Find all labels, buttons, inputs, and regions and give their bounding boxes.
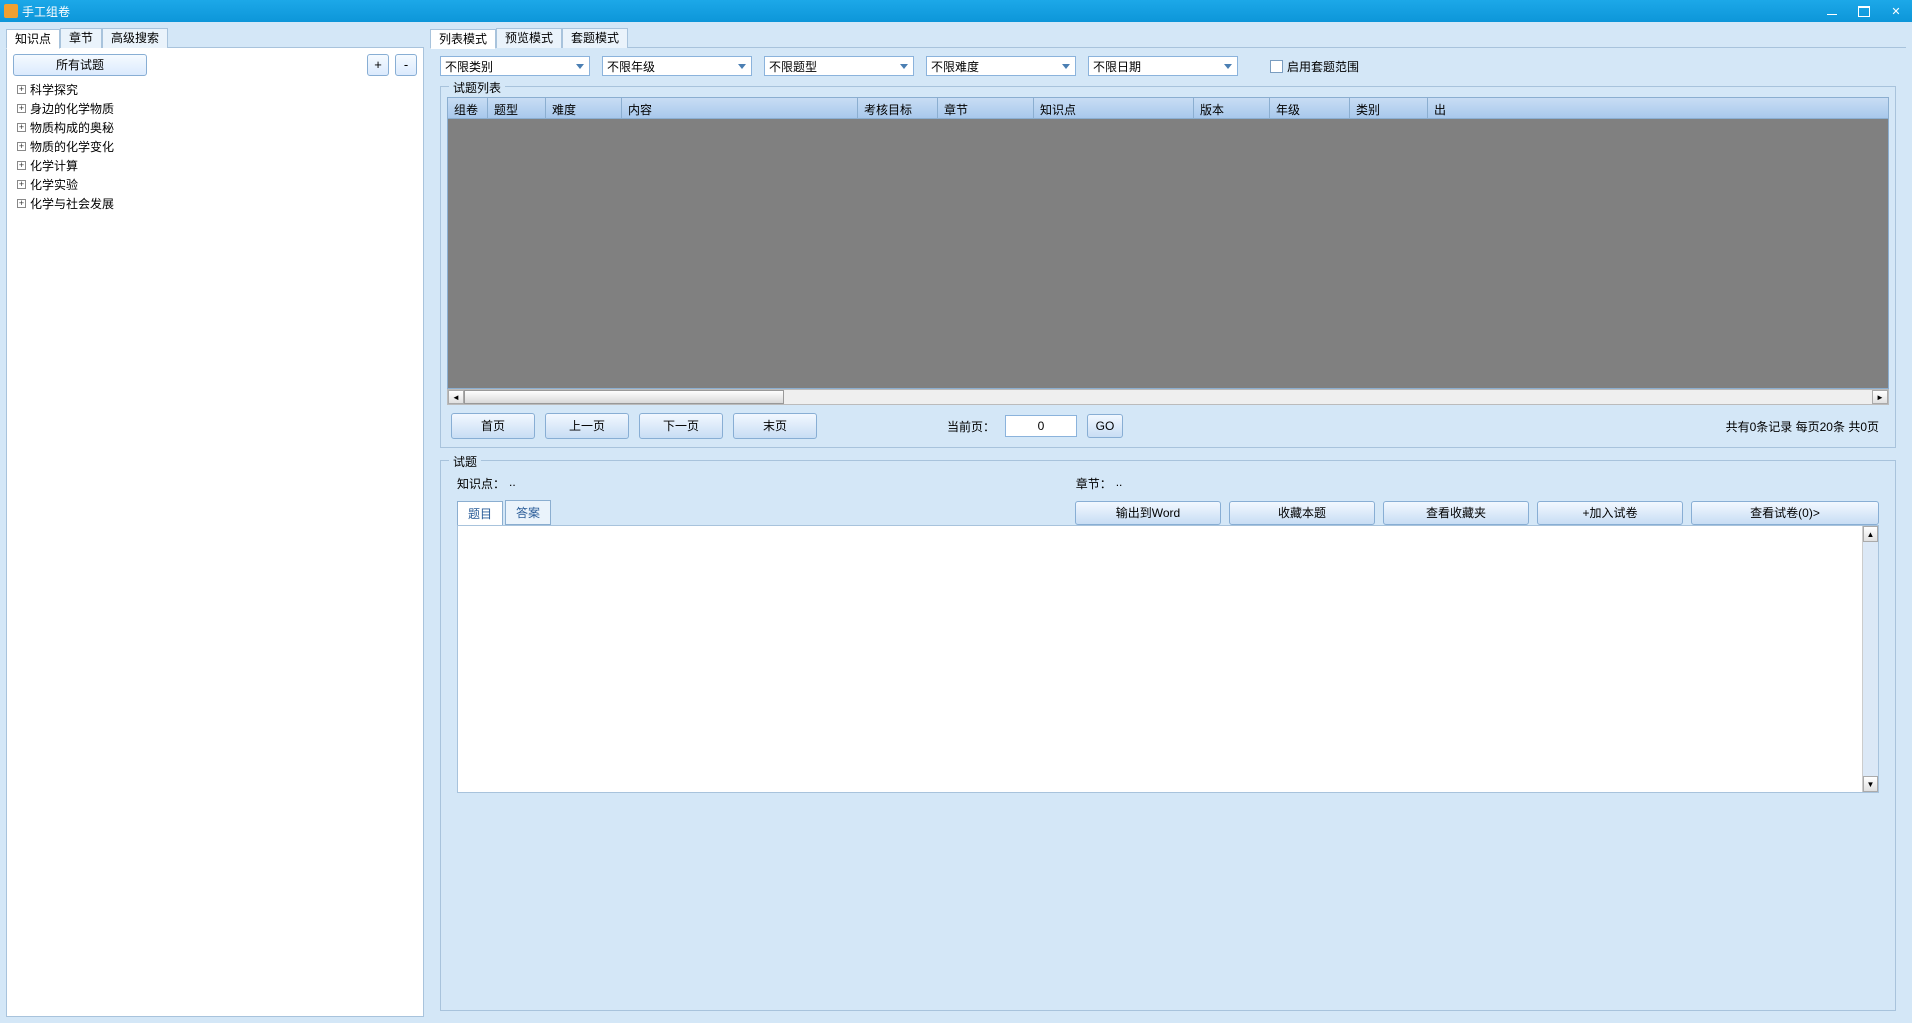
- minimize-button[interactable]: [1817, 2, 1847, 20]
- chevron-down-icon: [735, 59, 749, 73]
- chevron-down-icon: [1221, 59, 1235, 73]
- scroll-up-icon[interactable]: ▲: [1863, 526, 1878, 542]
- tab-list-mode[interactable]: 列表模式: [430, 29, 496, 49]
- maximize-button[interactable]: [1849, 2, 1879, 20]
- window-controls: [1816, 0, 1912, 22]
- col-chapter[interactable]: 章节: [938, 98, 1034, 118]
- col-compose[interactable]: 组卷: [448, 98, 488, 118]
- tree-item[interactable]: +化学与社会发展: [13, 194, 417, 213]
- tab-knowledge[interactable]: 知识点: [6, 29, 60, 49]
- filter-date[interactable]: 不限日期: [1088, 56, 1238, 76]
- last-page-button[interactable]: 末页: [733, 413, 817, 439]
- col-target[interactable]: 考核目标: [858, 98, 938, 118]
- title-bar: 手工组卷: [0, 0, 1912, 22]
- tab-answer[interactable]: 答案: [505, 500, 551, 525]
- chapter-value: ..: [1116, 475, 1123, 492]
- col-difficulty[interactable]: 难度: [546, 98, 622, 118]
- favorite-button[interactable]: 收藏本题: [1229, 501, 1375, 525]
- question-content[interactable]: ▲ ▼: [457, 525, 1879, 793]
- collapse-all-button[interactable]: -: [395, 54, 417, 76]
- scroll-right-icon[interactable]: ►: [1872, 390, 1888, 404]
- detail-tabs: 题目 答案: [457, 500, 553, 525]
- filter-grade[interactable]: 不限年级: [602, 56, 752, 76]
- tab-advanced-search[interactable]: 高级搜索: [102, 28, 168, 48]
- right-tabstrip: 列表模式 预览模式 套题模式: [430, 28, 1906, 48]
- close-button[interactable]: [1881, 2, 1911, 20]
- expand-icon[interactable]: +: [17, 180, 26, 189]
- expand-icon[interactable]: +: [17, 85, 26, 94]
- col-content[interactable]: 内容: [622, 98, 858, 118]
- tree-container: 所有试题 + - +科学探究 +身边的化学物质 +物质构成的奥秘 +物质的化学变…: [6, 48, 424, 1017]
- first-page-button[interactable]: 首页: [451, 413, 535, 439]
- current-page-input[interactable]: [1005, 415, 1077, 437]
- page-summary: 共有0条记录 每页20条 共0页: [1726, 418, 1885, 435]
- knowledge-tree: +科学探究 +身边的化学物质 +物质构成的奥秘 +物质的化学变化 +化学计算 +…: [13, 80, 417, 213]
- expand-icon[interactable]: +: [17, 142, 26, 151]
- right-panel: 列表模式 预览模式 套题模式 不限类别 不限年级 不限题型 不限难度 不限日期 …: [430, 28, 1906, 1017]
- enable-set-range[interactable]: 启用套题范围: [1270, 58, 1359, 75]
- col-extra[interactable]: 出: [1428, 98, 1888, 118]
- group-title: 试题列表: [449, 79, 505, 96]
- all-questions-button[interactable]: 所有试题: [13, 54, 147, 76]
- detail-group-title: 试题: [449, 453, 481, 470]
- grid-header: 组卷 题型 难度 内容 考核目标 章节 知识点 版本 年级 类别 出: [447, 97, 1889, 119]
- left-panel: 知识点 章节 高级搜索 所有试题 + - +科学探究 +身边的化学物质 +物质构…: [6, 28, 424, 1017]
- filter-difficulty[interactable]: 不限难度: [926, 56, 1076, 76]
- view-favorites-button[interactable]: 查看收藏夹: [1383, 501, 1529, 525]
- col-grade[interactable]: 年级: [1270, 98, 1350, 118]
- filter-row: 不限类别 不限年级 不限题型 不限难度 不限日期 启用套题范围: [430, 48, 1906, 80]
- prev-page-button[interactable]: 上一页: [545, 413, 629, 439]
- chapter-label: 章节：: [1076, 475, 1112, 492]
- col-version[interactable]: 版本: [1194, 98, 1270, 118]
- expand-icon[interactable]: +: [17, 199, 26, 208]
- tree-item[interactable]: +科学探究: [13, 80, 417, 99]
- chevron-down-icon: [897, 59, 911, 73]
- chevron-down-icon: [1059, 59, 1073, 73]
- expand-all-button[interactable]: +: [367, 54, 389, 76]
- scroll-thumb[interactable]: [464, 390, 784, 404]
- next-page-button[interactable]: 下一页: [639, 413, 723, 439]
- current-page-label: 当前页：: [947, 418, 995, 435]
- col-kp[interactable]: 知识点: [1034, 98, 1194, 118]
- question-list-group: 试题列表 组卷 题型 难度 内容 考核目标 章节 知识点 版本 年级 类别 出 …: [440, 86, 1896, 448]
- kp-value: ..: [509, 475, 516, 492]
- tab-question[interactable]: 题目: [457, 501, 503, 526]
- tree-item[interactable]: +身边的化学物质: [13, 99, 417, 118]
- left-tabstrip: 知识点 章节 高级搜索: [6, 28, 424, 48]
- col-category[interactable]: 类别: [1350, 98, 1428, 118]
- tree-item[interactable]: +化学实验: [13, 175, 417, 194]
- checkbox-icon[interactable]: [1270, 60, 1283, 73]
- tree-item[interactable]: +化学计算: [13, 156, 417, 175]
- kp-label: 知识点：: [457, 475, 505, 492]
- chevron-down-icon: [573, 59, 587, 73]
- expand-icon[interactable]: +: [17, 123, 26, 132]
- tab-set-mode[interactable]: 套题模式: [562, 28, 628, 48]
- pager: 首页 上一页 下一页 末页 当前页： GO 共有0条记录 每页20条 共0页: [447, 405, 1889, 441]
- filter-category[interactable]: 不限类别: [440, 56, 590, 76]
- vertical-scrollbar[interactable]: ▲ ▼: [1862, 526, 1878, 792]
- filter-qtype[interactable]: 不限题型: [764, 56, 914, 76]
- export-word-button[interactable]: 输出到Word: [1075, 501, 1221, 525]
- app-icon: [4, 4, 18, 18]
- expand-icon[interactable]: +: [17, 104, 26, 113]
- scroll-down-icon[interactable]: ▼: [1863, 776, 1878, 792]
- col-qtype[interactable]: 题型: [488, 98, 546, 118]
- window-title: 手工组卷: [22, 3, 1816, 20]
- grid-body[interactable]: [447, 119, 1889, 389]
- expand-icon[interactable]: +: [17, 161, 26, 170]
- horizontal-scrollbar[interactable]: ◄ ►: [447, 389, 1889, 405]
- tree-item[interactable]: +物质构成的奥秘: [13, 118, 417, 137]
- view-paper-button[interactable]: 查看试卷(0)>: [1691, 501, 1879, 525]
- question-detail-group: 试题 知识点：.. 章节：.. 题目 答案 输出到Word 收藏本题 查看收藏夹…: [440, 460, 1896, 1011]
- tab-chapter[interactable]: 章节: [60, 28, 102, 48]
- tree-item[interactable]: +物质的化学变化: [13, 137, 417, 156]
- tab-preview-mode[interactable]: 预览模式: [496, 28, 562, 48]
- scroll-left-icon[interactable]: ◄: [448, 390, 464, 404]
- add-to-paper-button[interactable]: +加入试卷: [1537, 501, 1683, 525]
- go-button[interactable]: GO: [1087, 414, 1123, 438]
